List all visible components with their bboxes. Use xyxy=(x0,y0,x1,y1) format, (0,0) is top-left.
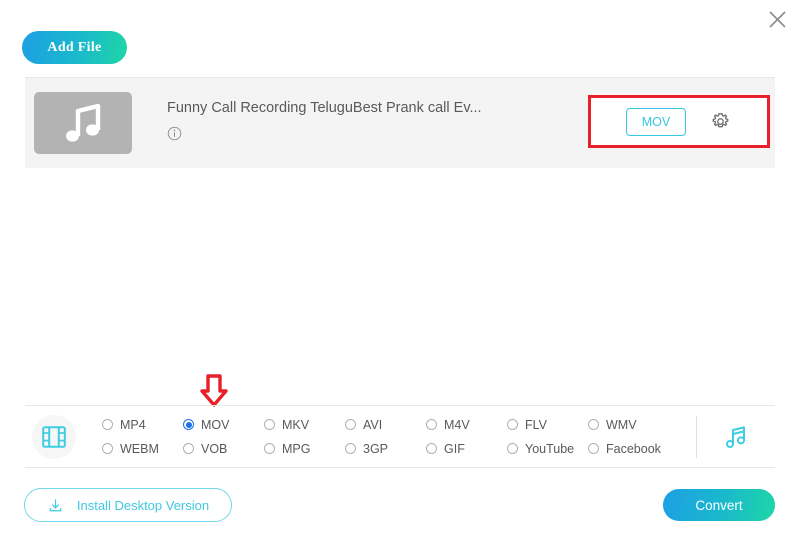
format-option-mkv[interactable]: MKV xyxy=(264,418,345,432)
radio-icon xyxy=(264,419,275,430)
radio-icon xyxy=(588,419,599,430)
format-option-facebook[interactable]: Facebook xyxy=(588,442,678,456)
format-option-mpg[interactable]: MPG xyxy=(264,442,345,456)
format-label: AVI xyxy=(363,418,382,432)
add-file-button[interactable]: Add File xyxy=(22,31,127,64)
format-label: MPG xyxy=(282,442,310,456)
format-label: WMV xyxy=(606,418,637,432)
film-strip-icon xyxy=(41,424,67,450)
format-option-mov[interactable]: MOV xyxy=(183,418,264,432)
radio-icon xyxy=(345,419,356,430)
radio-icon xyxy=(102,419,113,430)
radio-icon xyxy=(345,443,356,454)
output-format-highlight-box: MOV xyxy=(588,95,770,148)
format-option-youtube[interactable]: YouTube xyxy=(507,442,588,456)
music-note-icon xyxy=(61,103,105,143)
format-option-m4v[interactable]: M4V xyxy=(426,418,507,432)
radio-icon xyxy=(264,443,275,454)
format-selection-bar: MP4 MOV MKV AVI M4V FLV WMV WEBM xyxy=(25,405,775,468)
video-formats-button[interactable] xyxy=(32,415,76,459)
gear-icon xyxy=(710,111,731,132)
format-radio-group: MP4 MOV MKV AVI M4V FLV WMV WEBM xyxy=(102,413,696,461)
format-label: MP4 xyxy=(120,418,146,432)
format-option-avi[interactable]: AVI xyxy=(345,418,426,432)
radio-icon xyxy=(426,419,437,430)
format-label: MOV xyxy=(201,418,229,432)
radio-icon xyxy=(426,443,437,454)
download-icon xyxy=(47,497,64,514)
format-label: Facebook xyxy=(606,442,661,456)
close-window-button[interactable] xyxy=(762,4,792,34)
output-format-button[interactable]: MOV xyxy=(626,108,686,136)
settings-button[interactable] xyxy=(708,110,732,134)
add-file-area: Add File xyxy=(22,31,127,64)
install-label: Install Desktop Version xyxy=(77,498,209,513)
format-option-3gp[interactable]: 3GP xyxy=(345,442,426,456)
convert-button[interactable]: Convert xyxy=(663,489,775,521)
format-label: 3GP xyxy=(363,442,388,456)
format-label: MKV xyxy=(282,418,309,432)
info-icon[interactable] xyxy=(167,126,182,141)
format-option-wmv[interactable]: WMV xyxy=(588,418,678,432)
red-down-arrow-annotation xyxy=(199,374,229,408)
radio-icon xyxy=(588,443,599,454)
format-label: YouTube xyxy=(525,442,574,456)
radio-icon xyxy=(183,443,194,454)
format-label: M4V xyxy=(444,418,470,432)
format-option-vob[interactable]: VOB xyxy=(183,442,264,456)
audio-formats-button[interactable] xyxy=(719,420,753,454)
format-label: VOB xyxy=(201,442,227,456)
format-option-webm[interactable]: WEBM xyxy=(102,442,183,456)
format-option-mp4[interactable]: MP4 xyxy=(102,418,183,432)
radio-icon xyxy=(507,443,518,454)
format-divider xyxy=(696,416,697,458)
install-desktop-version-button[interactable]: Install Desktop Version xyxy=(24,488,232,522)
radio-icon xyxy=(507,419,518,430)
format-label: FLV xyxy=(525,418,547,432)
format-option-gif[interactable]: GIF xyxy=(426,442,507,456)
file-thumbnail xyxy=(34,92,132,154)
radio-icon-selected xyxy=(183,419,194,430)
music-note-icon xyxy=(723,424,749,450)
close-icon xyxy=(768,10,787,29)
format-label: WEBM xyxy=(120,442,159,456)
format-option-flv[interactable]: FLV xyxy=(507,418,588,432)
radio-icon xyxy=(102,443,113,454)
format-label: GIF xyxy=(444,442,465,456)
